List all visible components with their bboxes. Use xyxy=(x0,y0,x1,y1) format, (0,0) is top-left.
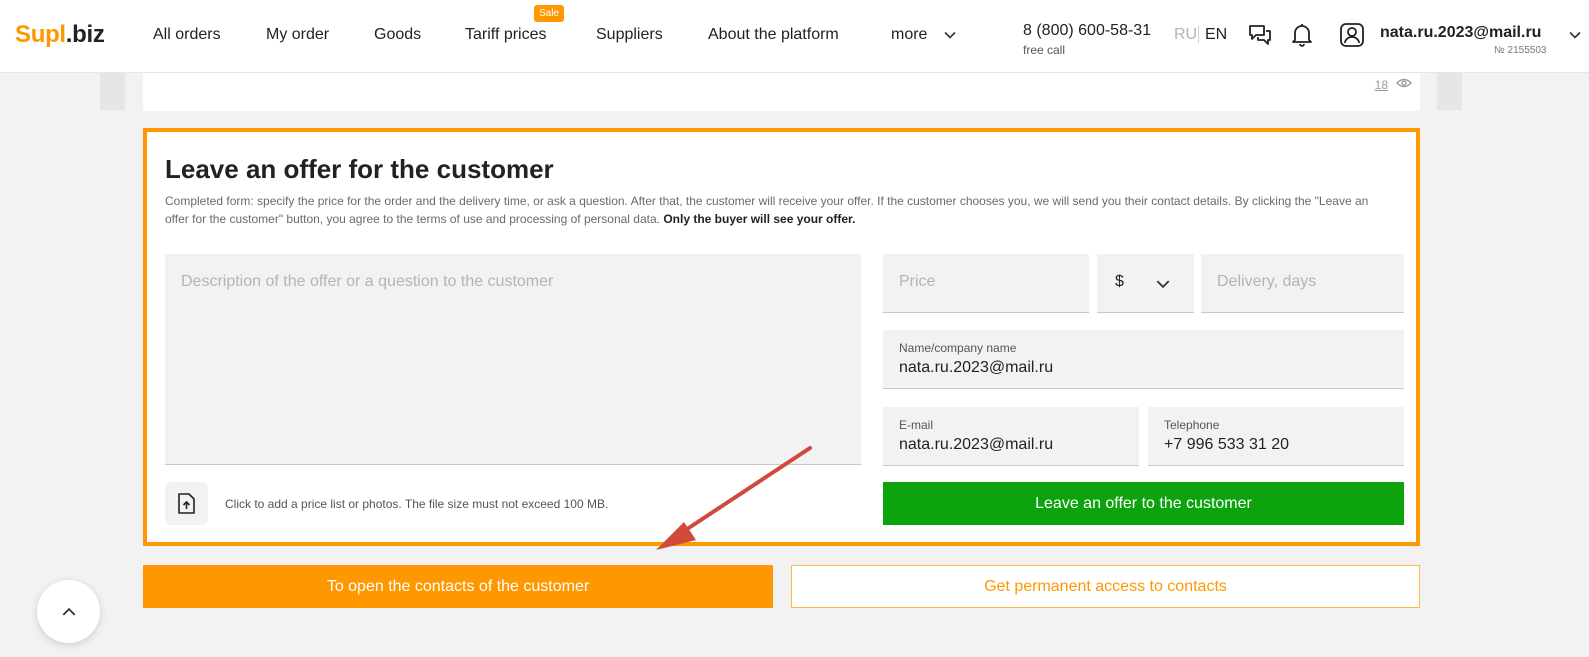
telephone-field[interactable]: Telephone +7 996 533 31 20 xyxy=(1148,407,1404,466)
offer-title: Leave an offer for the customer xyxy=(165,154,554,184)
lang-ru[interactable]: RU xyxy=(1174,26,1197,44)
annotation-arrow xyxy=(656,446,812,550)
side-panel-left xyxy=(100,73,125,110)
email-label: E-mail xyxy=(899,418,934,432)
textarea-placeholder: Description of the offer or a question t… xyxy=(181,273,554,290)
chevron-down-icon xyxy=(1156,280,1170,289)
lang-en[interactable]: EN xyxy=(1205,26,1227,44)
order-card-bottom: 18 xyxy=(143,73,1420,111)
currency-value: $ xyxy=(1115,273,1124,290)
open-contacts-button[interactable]: To open the contacts of the customer xyxy=(143,565,773,608)
delivery-days-input[interactable]: Delivery, days xyxy=(1201,254,1404,313)
eye-icon xyxy=(1396,78,1412,88)
offer-description: Completed form: specify the price for th… xyxy=(165,192,1395,228)
delivery-placeholder: Delivery, days xyxy=(1217,273,1317,290)
chevron-down-icon[interactable] xyxy=(943,28,957,42)
email-value: nata.ru.2023@mail.ru xyxy=(899,436,1054,453)
telephone-label: Telephone xyxy=(1164,418,1220,432)
attach-hint: Click to add a price list or photos. The… xyxy=(225,497,609,511)
price-placeholder: Price xyxy=(899,273,936,290)
offer-description-textarea[interactable]: Description of the offer or a question t… xyxy=(165,254,861,465)
leave-offer-button[interactable]: Leave an offer to the customer xyxy=(883,482,1404,525)
nav-goods[interactable]: Goods xyxy=(374,26,421,44)
company-name-field[interactable]: Name/company name nata.ru.2023@mail.ru xyxy=(883,330,1404,389)
phone-number[interactable]: 8 (800) 600-58-31 xyxy=(1023,22,1151,40)
phone-note: free call xyxy=(1023,43,1066,57)
chat-icon[interactable] xyxy=(1247,22,1273,48)
permanent-access-button[interactable]: Get permanent access to contacts xyxy=(791,565,1420,608)
bell-icon[interactable] xyxy=(1290,22,1314,48)
user-icon[interactable] xyxy=(1339,22,1365,48)
company-value: nata.ru.2023@mail.ru xyxy=(899,359,1054,376)
nav-about-platform[interactable]: About the platform xyxy=(708,26,839,44)
nav-suppliers[interactable]: Suppliers xyxy=(596,26,663,44)
logo[interactable]: Supl.biz xyxy=(15,21,105,49)
logo-part-supl: Supl xyxy=(15,21,66,48)
chevron-down-icon[interactable] xyxy=(1568,28,1582,42)
company-label: Name/company name xyxy=(899,341,1017,355)
nav-tariff-prices[interactable]: Tariff prices xyxy=(465,26,547,44)
views-count: 18 xyxy=(1374,78,1388,92)
user-email[interactable]: nata.ru.2023@mail.ru xyxy=(1380,24,1541,42)
site-header: Supl.biz All orders My order Goods Tarif… xyxy=(0,0,1589,73)
nav-my-order[interactable]: My order xyxy=(266,26,329,44)
nav-more[interactable]: more xyxy=(891,26,927,44)
side-panel-right xyxy=(1437,73,1462,110)
chevron-up-icon xyxy=(62,607,75,616)
offer-description-bold: Only the buyer will see your offer. xyxy=(663,212,856,226)
price-input[interactable]: Price xyxy=(883,254,1089,313)
scroll-top-button[interactable] xyxy=(37,580,100,643)
sale-badge: Sale xyxy=(534,5,565,22)
email-field[interactable]: E-mail nata.ru.2023@mail.ru xyxy=(883,407,1139,466)
attach-file-button[interactable] xyxy=(165,482,208,525)
lang-divider xyxy=(1198,26,1199,43)
user-id: № 2155503 xyxy=(1494,45,1547,56)
currency-select[interactable]: $ xyxy=(1097,254,1194,313)
nav-all-orders[interactable]: All orders xyxy=(153,26,221,44)
telephone-value: +7 996 533 31 20 xyxy=(1164,436,1290,453)
logo-part-biz: .biz xyxy=(65,21,105,48)
file-upload-icon xyxy=(178,493,195,514)
